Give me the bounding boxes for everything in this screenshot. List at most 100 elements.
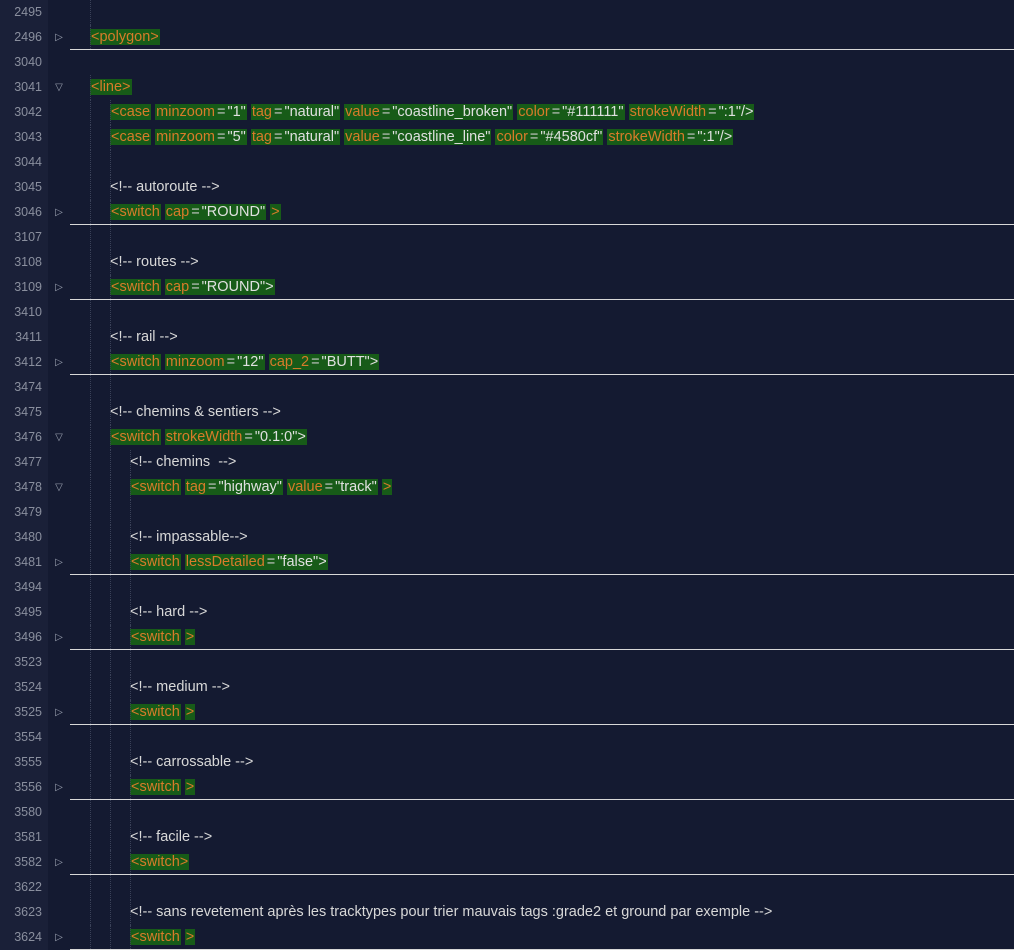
indent-guide — [90, 600, 91, 625]
code-line[interactable]: <!-- chemins & sentiers --> — [70, 400, 1014, 425]
indent-guide — [110, 700, 111, 724]
fold-toggle-collapsed[interactable] — [48, 700, 70, 725]
code-line[interactable]: <!-- sans revetement après les tracktype… — [70, 900, 1014, 925]
xml-comment: <!-- sans revetement après les tracktype… — [130, 904, 772, 920]
code-line[interactable]: <switch> — [70, 850, 1014, 875]
fold-toggle-collapsed[interactable] — [48, 625, 70, 650]
line-number: 3046 — [0, 200, 48, 225]
code-line[interactable]: <!-- routes --> — [70, 250, 1014, 275]
fold-toggle-collapsed[interactable] — [48, 275, 70, 300]
xml-attr-name: cap — [165, 204, 190, 220]
code-line[interactable]: <switch minzoom="12" cap_2="BUTT"> — [70, 350, 1014, 375]
line-number: 3474 — [0, 375, 48, 400]
code-line[interactable]: <!-- medium --> — [70, 675, 1014, 700]
indent-guide — [90, 375, 91, 400]
line-number: 3524 — [0, 675, 48, 700]
xml-attr-value: ":1"/> — [696, 129, 733, 145]
line-number: 3477 — [0, 450, 48, 475]
indent-guide — [130, 675, 131, 700]
indent-guide — [110, 925, 111, 949]
code-line[interactable] — [70, 375, 1014, 400]
indent-guide — [130, 450, 131, 475]
line-number: 3040 — [0, 50, 48, 75]
fold-toggle-collapsed[interactable] — [48, 25, 70, 50]
fold-toggle-collapsed[interactable] — [48, 200, 70, 225]
xml-attr-name: value — [287, 479, 324, 495]
code-line[interactable]: <!-- carrossable --> — [70, 750, 1014, 775]
xml-tag: <case — [110, 129, 151, 145]
code-line[interactable]: <switch > — [70, 925, 1014, 950]
code-line[interactable]: <case minzoom="5" tag="natural" value="c… — [70, 125, 1014, 150]
code-line[interactable]: <polygon> — [70, 25, 1014, 50]
code-line[interactable]: <switch cap="ROUND"> — [70, 275, 1014, 300]
code-line[interactable]: <!-- rail --> — [70, 325, 1014, 350]
code-line[interactable]: <!-- chemins --> — [70, 450, 1014, 475]
indent-guide — [90, 425, 91, 450]
code-line[interactable] — [70, 575, 1014, 600]
fold-toggle-expanded[interactable] — [48, 75, 70, 100]
code-line[interactable]: <!-- autoroute --> — [70, 175, 1014, 200]
indent-guide — [110, 525, 111, 550]
code-line[interactable] — [70, 800, 1014, 825]
code-line[interactable]: <line> — [70, 75, 1014, 100]
code-line[interactable] — [70, 300, 1014, 325]
code-line[interactable]: <!-- impassable--> — [70, 525, 1014, 550]
code-line[interactable] — [70, 150, 1014, 175]
indent-guide — [110, 375, 111, 400]
fold-toggle-collapsed[interactable] — [48, 775, 70, 800]
indent-guide — [90, 775, 91, 799]
xml-attr-value: "coastline_broken" — [391, 104, 513, 120]
xml-attr-name: strokeWidth — [165, 429, 244, 445]
line-number: 3525 — [0, 700, 48, 725]
indent-guide — [130, 550, 131, 574]
code-line[interactable] — [70, 0, 1014, 25]
xml-tag: <switch — [130, 779, 181, 795]
code-editor[interactable]: 2495249630403041304230433044304530463107… — [0, 0, 1014, 950]
fold-toggle-expanded[interactable] — [48, 425, 70, 450]
code-line[interactable] — [70, 500, 1014, 525]
indent-guide — [110, 125, 111, 150]
code-line[interactable]: <switch strokeWidth="0.1:0"> — [70, 425, 1014, 450]
code-line[interactable]: <!-- facile --> — [70, 825, 1014, 850]
code-line[interactable] — [70, 50, 1014, 75]
line-number: 2495 — [0, 0, 48, 25]
indent-guide — [90, 750, 91, 775]
code-line[interactable]: <switch > — [70, 625, 1014, 650]
code-line[interactable]: <switch cap="ROUND" > — [70, 200, 1014, 225]
code-line[interactable] — [70, 875, 1014, 900]
fold-toggle-collapsed[interactable] — [48, 350, 70, 375]
code-line[interactable]: <switch > — [70, 775, 1014, 800]
xml-comment: <!-- chemins & sentiers --> — [110, 404, 281, 420]
xml-tag: > — [185, 704, 195, 720]
xml-tag: <switch — [130, 554, 181, 570]
indent-guide — [90, 875, 91, 900]
xml-punc: = — [529, 129, 539, 145]
code-line[interactable]: <switch > — [70, 700, 1014, 725]
fold-toggle-collapsed[interactable] — [48, 850, 70, 875]
indent-guide — [90, 800, 91, 825]
indent-guide — [110, 200, 111, 224]
line-number: 3494 — [0, 575, 48, 600]
code-area[interactable]: <polygon> <line><case minzoom="1" tag="na… — [70, 0, 1014, 950]
xml-attr-name: tag — [185, 479, 207, 495]
fold-toggle-collapsed[interactable] — [48, 925, 70, 950]
line-number: 3042 — [0, 100, 48, 125]
code-line[interactable] — [70, 225, 1014, 250]
code-line[interactable]: <!-- hard --> — [70, 600, 1014, 625]
fold-column[interactable] — [48, 0, 70, 950]
code-line[interactable]: <switch lessDetailed="false"> — [70, 550, 1014, 575]
fold-toggle-expanded[interactable] — [48, 475, 70, 500]
line-number: 3479 — [0, 500, 48, 525]
indent-guide — [110, 425, 111, 450]
xml-punc: = — [273, 129, 283, 145]
line-number: 3045 — [0, 175, 48, 200]
code-line[interactable] — [70, 650, 1014, 675]
indent-guide — [90, 0, 91, 25]
indent-guide — [130, 800, 131, 825]
indent-guide — [130, 625, 131, 649]
fold-toggle-collapsed[interactable] — [48, 550, 70, 575]
code-line[interactable]: <switch tag="highway" value="track" > — [70, 475, 1014, 500]
line-number: 3556 — [0, 775, 48, 800]
code-line[interactable]: <case minzoom="1" tag="natural" value="c… — [70, 100, 1014, 125]
code-line[interactable] — [70, 725, 1014, 750]
